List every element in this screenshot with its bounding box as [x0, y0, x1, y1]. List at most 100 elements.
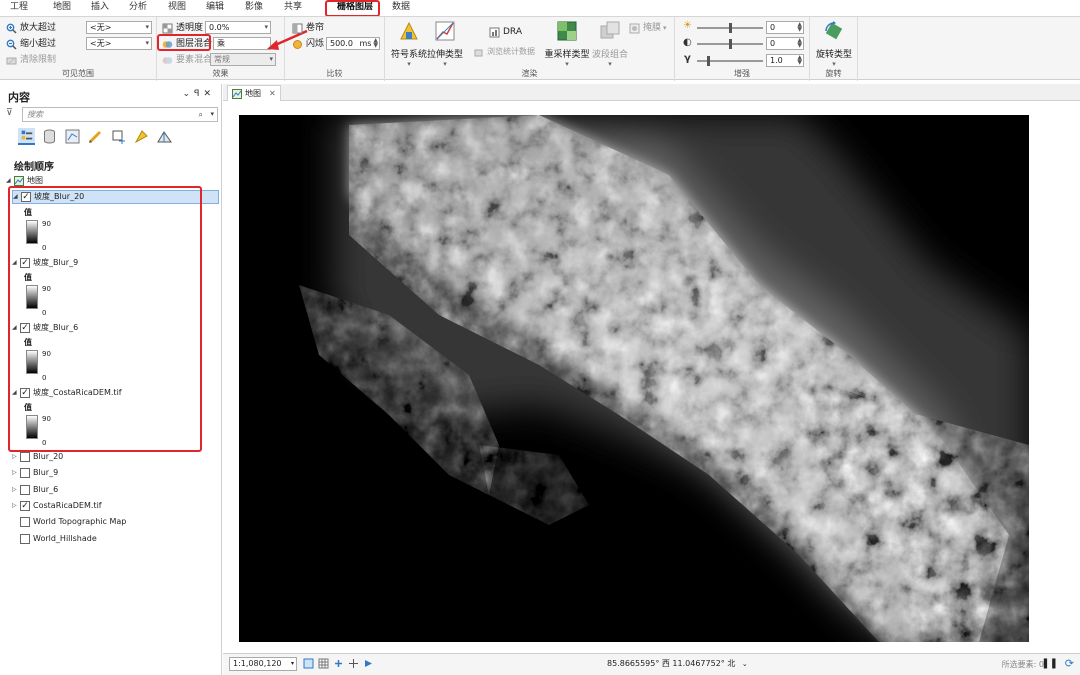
brightness-input[interactable]: 0 ▲ ▼ — [766, 21, 804, 34]
chevron-down-icon[interactable]: ▾ — [210, 108, 214, 121]
layer-name: World Topographic Map — [33, 517, 127, 526]
flicker-interval-input[interactable]: 500.0 ms ▲ ▼ — [326, 37, 380, 50]
tab-insert[interactable]: 插入 — [91, 0, 109, 16]
coordinates-text: 85.8665595° 西 11.0467752° 北 — [607, 659, 736, 668]
mask-button[interactable]: 掩膜 ▾ — [629, 21, 667, 35]
spinner-icon: ▲ ▼ — [797, 37, 802, 49]
list-by-drawing-order-icon[interactable] — [18, 128, 35, 145]
group-label-rotation: 旋转 — [825, 69, 842, 78]
contrast-input[interactable]: 0 ▲ ▼ — [766, 37, 804, 50]
refresh-icon[interactable]: ⟳ — [1065, 657, 1074, 670]
tab-analysis[interactable]: 分析 — [129, 0, 147, 16]
group-label-enhance: 增强 — [734, 69, 750, 78]
time-icon[interactable] — [363, 658, 374, 669]
layer-row[interactable]: ▷ Blur_20 — [12, 450, 63, 464]
chevron-down-icon[interactable]: ⌄ — [742, 660, 748, 668]
layer-row[interactable]: ▷ Blur_9 — [12, 466, 58, 480]
search-icon[interactable]: ⌕ — [199, 108, 203, 121]
tab-edit[interactable]: 编辑 — [206, 0, 224, 16]
dra-button[interactable]: DRA — [489, 25, 522, 39]
tab-view[interactable]: 视图 — [168, 0, 186, 16]
tab-imagery[interactable]: 影像 — [245, 0, 263, 16]
rotation-type-label: 旋转类型 — [815, 50, 852, 60]
tab-map-view[interactable]: 地图 ✕ — [227, 85, 281, 101]
swipe-label: 卷帘 — [306, 23, 325, 33]
layer-visibility-checkbox[interactable]: ✓ — [20, 501, 30, 511]
list-by-snapping-icon[interactable] — [110, 128, 127, 145]
symbology-button[interactable]: 符号系统 ▾ — [391, 20, 427, 68]
stretch-type-button[interactable]: 拉伸类型 ▾ — [427, 20, 463, 68]
feature-blend-label: 要素混合 — [176, 55, 213, 65]
list-by-data-source-icon[interactable] — [41, 128, 58, 145]
feature-blend-select[interactable]: 常规 ▾ — [210, 53, 276, 66]
zoom-in-beyond-select[interactable]: <无> ▾ — [86, 21, 152, 34]
expand-icon[interactable]: ▷ — [12, 466, 20, 480]
layer-row[interactable]: World_Hillshade — [20, 532, 97, 546]
expand-icon[interactable]: ▷ — [12, 499, 20, 513]
filter-icon[interactable]: ⊽ — [6, 108, 13, 118]
layer-row[interactable]: ▷ ✓ CostaRicaDEM.tif — [12, 499, 102, 513]
zoom-out-beyond-select[interactable]: <无> ▾ — [86, 37, 152, 50]
map-view[interactable] — [223, 101, 1080, 653]
brightness-value: 0 — [770, 23, 776, 32]
chevron-down-icon: ▾ — [832, 60, 836, 68]
contrast-value: 0 — [770, 39, 776, 48]
layer-visibility-checkbox[interactable] — [20, 517, 30, 527]
tab-map[interactable]: 地图 — [53, 0, 71, 16]
chevron-down-icon: ▾ — [145, 23, 149, 31]
pause-drawing-icon[interactable]: ❚❚ — [1041, 658, 1058, 669]
slope-raster-image[interactable] — [239, 115, 1029, 642]
layer-visibility-checkbox[interactable] — [20, 452, 30, 462]
gamma-slider-knob[interactable] — [707, 56, 710, 66]
layer-row[interactable]: ▷ Blur_6 — [12, 483, 58, 497]
list-by-perspective-imagery-icon[interactable] — [156, 128, 173, 145]
tab-share[interactable]: 共享 — [284, 0, 302, 16]
layer-visibility-checkbox[interactable] — [20, 485, 30, 495]
grid-icon[interactable] — [318, 658, 329, 669]
search-placeholder: 搜索 — [27, 110, 43, 119]
pane-options-icon[interactable]: ⌄ — [182, 89, 194, 99]
list-by-labeling-icon[interactable] — [133, 128, 150, 145]
zoom-out-beyond-label: 缩小超过 — [20, 39, 57, 49]
clear-limits-button[interactable]: 清除限制 — [6, 53, 56, 67]
rotation-type-button[interactable]: 旋转类型 ▾ — [812, 20, 856, 68]
flicker-label: 闪烁 — [306, 39, 325, 49]
expand-icon[interactable]: ▷ — [12, 483, 20, 497]
mask-label: 掩膜 — [643, 23, 662, 33]
expand-icon[interactable]: ▷ — [12, 450, 20, 464]
symbology-label: 符号系统 — [391, 50, 428, 60]
contents-search-input[interactable]: 搜索 ⌕ ▾ — [22, 107, 218, 122]
tab-data[interactable]: 数据 — [392, 0, 410, 16]
layer-name: Blur_6 — [33, 485, 59, 494]
band-combination-button[interactable]: 波段组合 ▾ — [590, 20, 630, 68]
layer-row[interactable]: World Topographic Map — [20, 515, 126, 529]
layer-visibility-checkbox[interactable] — [20, 468, 30, 478]
transparency-input[interactable]: 0.0% ▾ — [205, 21, 271, 34]
chevron-down-icon: ▾ — [565, 60, 569, 68]
explore-statistics-button[interactable]: 浏览统计数据 — [473, 45, 535, 59]
navigation-icon[interactable] — [333, 658, 344, 669]
gamma-input[interactable]: 1.0 ▲ ▼ — [766, 54, 804, 67]
contrast-slider[interactable] — [697, 39, 763, 49]
dra-icon — [489, 27, 500, 37]
snapping-icon[interactable] — [348, 658, 359, 669]
gamma-slider[interactable] — [697, 56, 763, 66]
list-by-editing-icon[interactable] — [87, 128, 104, 145]
zoom-in-beyond-label: 放大超过 — [20, 23, 57, 33]
scale-select[interactable]: 1:1,080,120 ▾ — [229, 657, 297, 671]
brightness-icon: ☀ — [683, 20, 692, 31]
list-by-selection-icon[interactable] — [64, 128, 81, 145]
layer-visibility-checkbox[interactable] — [20, 534, 30, 544]
close-icon[interactable]: ✕ — [269, 87, 276, 101]
flicker-button[interactable]: 闪烁 — [292, 37, 324, 51]
contrast-slider-knob[interactable] — [729, 39, 732, 49]
resample-type-button[interactable]: 重采样类型 ▾ — [543, 20, 591, 68]
tab-project[interactable]: 工程 — [10, 0, 28, 16]
layer-blend-select[interactable]: 乘 — [213, 37, 271, 50]
close-icon[interactable]: ✕ — [203, 89, 215, 99]
swipe-button[interactable]: 卷帘 — [292, 21, 324, 35]
brightness-slider[interactable] — [697, 23, 763, 33]
rotation-lock-icon[interactable] — [303, 658, 314, 669]
brightness-slider-knob[interactable] — [729, 23, 732, 33]
explore-statistics-label: 浏览统计数据 — [487, 47, 535, 56]
